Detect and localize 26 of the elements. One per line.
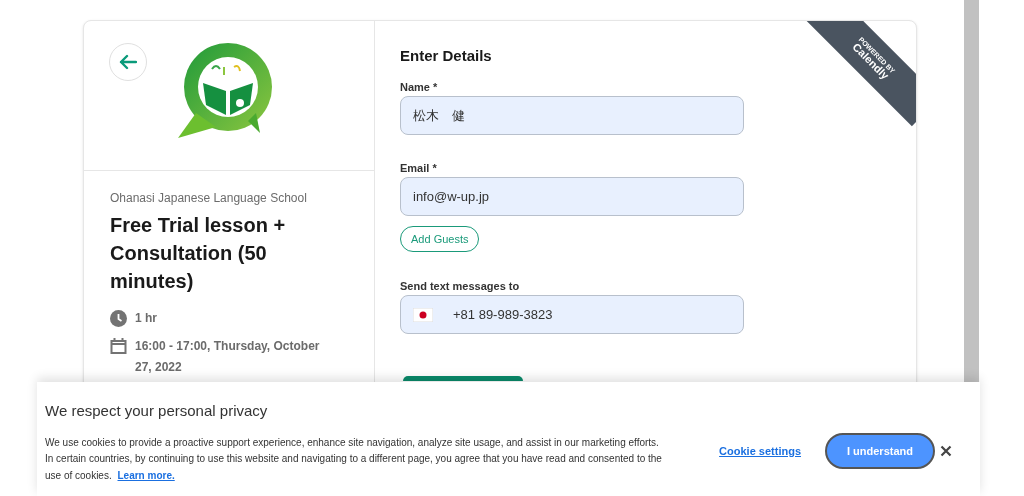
form-heading: Enter Details — [400, 46, 493, 66]
clock-icon — [110, 309, 127, 327]
text-field[interactable]: 松木 健 — [400, 96, 744, 135]
scrollbar[interactable] — [964, 0, 979, 382]
phone-field[interactable]: +81 89-989-3823 — [400, 295, 744, 334]
field-value: 松木 健 — [413, 106, 465, 125]
japan-flag-icon[interactable] — [413, 307, 433, 322]
organizer-name: Ohanasi Japanese Language School — [110, 190, 308, 207]
back-button[interactable] — [109, 43, 147, 81]
calendar-icon — [110, 337, 127, 354]
field-label: Name * — [400, 80, 439, 95]
learn-more-link[interactable]: Learn more. — [117, 469, 175, 481]
field-label: Email * — [400, 161, 438, 176]
field-value: info@w-up.jp — [413, 187, 490, 206]
event-datetime: 16:00 - 17:00, Thursday, October 27, 2022 — [135, 338, 321, 376]
event-title: Free Trial lesson + Consultation (50 minutes) — [110, 213, 287, 294]
close-icon[interactable] — [940, 445, 952, 457]
field-label: Send text messages to — [400, 279, 521, 294]
add-guests-button[interactable]: Add Guests — [400, 226, 480, 252]
field-value: +81 89-989-3823 — [453, 305, 553, 324]
back-arrow-icon — [119, 54, 137, 70]
banner-title: We respect your personal privacy — [45, 401, 269, 421]
banner-text: We use cookies to provide a proactive support experience, enhance site navigation, analyze site usage, and assist in our marketing efforts. In certain countries, by continuing to use this website and navigating to a different page, you agree that you have read and consented to the use of cookies. Learn more. — [45, 435, 663, 483]
cookie-settings-link[interactable]: Cookie settings — [719, 442, 801, 460]
event-duration: 1 hr — [135, 310, 157, 327]
text-field[interactable]: info@w-up.jp — [400, 177, 744, 216]
